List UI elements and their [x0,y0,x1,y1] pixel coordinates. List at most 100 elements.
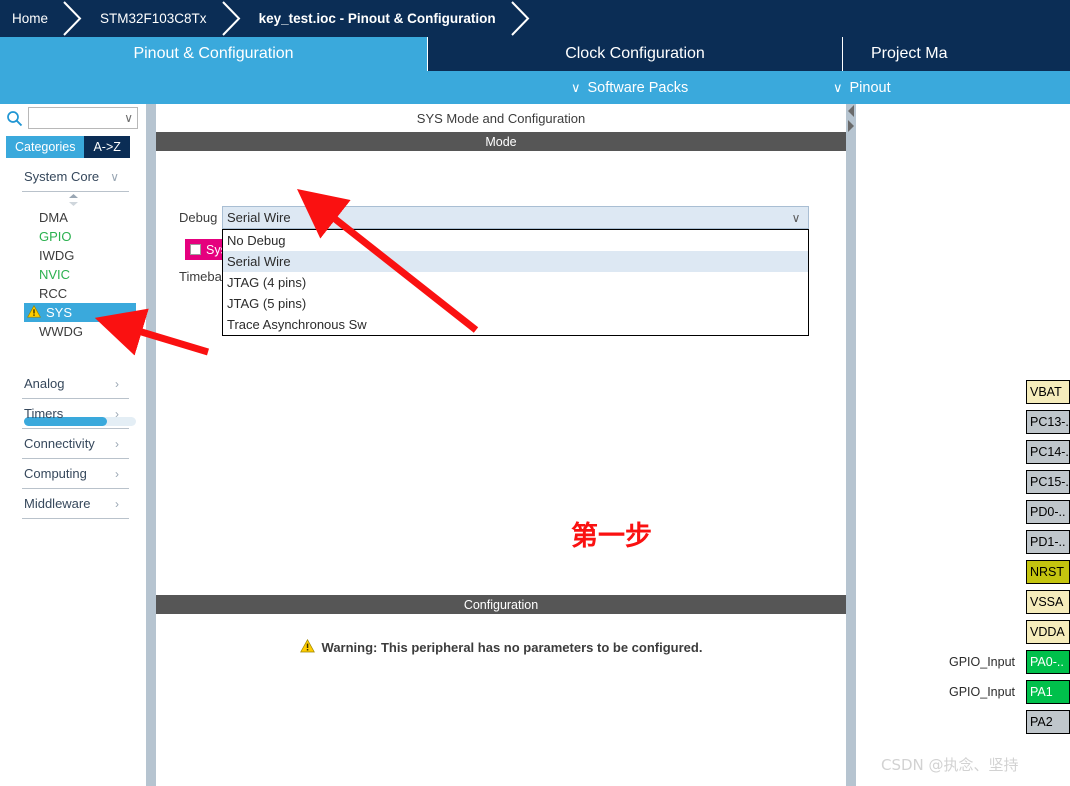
search-icon [6,110,23,127]
pin-box-pc14[interactable]: PC14-.. [1026,440,1070,464]
dropdown-option-jtag-4-pins[interactable]: JTAG (4 pins) [223,272,808,293]
pin-box-nrst[interactable]: NRST [1026,560,1070,584]
watermark: CSDN @执念、坚持 [881,756,1019,774]
sidebar-item-sys[interactable]: SYS [24,303,136,322]
timebase-label: Timeba [179,269,222,284]
pin-box-vbat[interactable]: VBAT [1026,380,1070,404]
pin-row-pd0[interactable]: PD0-.. [1015,500,1070,524]
pin-signal-pa1: GPIO_Input [948,685,1015,699]
right-splitter[interactable] [846,104,856,786]
breadcrumb-item-home[interactable]: Home [0,0,62,37]
sidebar-item-iwdg-label: IWDG [39,248,75,263]
tab-project-manager[interactable]: Project Ma [843,37,1070,71]
debug-combobox-value: Serial Wire [227,210,291,225]
breadcrumb-chevron-icon-3 [510,0,536,37]
tab-clock-configuration[interactable]: Clock Configuration [428,37,843,71]
pin-box-vdda[interactable]: VDDA [1026,620,1070,644]
category-timers[interactable]: Timers › [0,399,146,428]
pin-box-pc13[interactable]: PC13-.. [1026,410,1070,434]
pin-box-pa1[interactable]: PA1 [1026,680,1070,704]
pin-row-pa0[interactable]: GPIO_Input PA0-.. [949,650,1070,674]
breadcrumb-item-file[interactable]: key_test.ioc - Pinout & Configuration [247,0,510,37]
category-connectivity-label: Connectivity [24,436,95,451]
chevron-down-icon-5[interactable]: ∨ [784,207,808,228]
panel-title: SYS Mode and Configuration [156,104,846,132]
pin-row-vssa[interactable]: VSSA [1015,590,1070,614]
configuration-body: Warning: This peripheral has no paramete… [156,614,846,784]
pin-row-pa1[interactable]: GPIO_Input PA1 [949,680,1070,704]
tab-a-to-z-label: A->Z [93,140,121,154]
breadcrumb-home-label: Home [12,11,49,26]
pin-box-pc15[interactable]: PC15-.. [1026,470,1070,494]
sidebar-item-wwdg-label: WWDG [39,324,84,339]
pin-row-pc15[interactable]: PC15-.. [1015,470,1070,494]
category-computing[interactable]: Computing › [0,459,146,488]
breadcrumb-file-label: key_test.ioc - Pinout & Configuration [258,11,496,26]
sidebar-item-nvic[interactable]: NVIC [0,265,146,284]
mode-section-header: Mode [156,132,846,151]
search-row: ∨ [0,104,146,132]
category-list: System Core ∨ DMA GPIO IWDG NVIC RCC SYS… [0,162,146,519]
pin-row-pc13[interactable]: PC13-.. [1015,410,1070,434]
category-system-core[interactable]: System Core ∨ [0,162,146,191]
chevron-right-icon-3: › [115,436,119,451]
sidebar-item-iwdg[interactable]: IWDG [0,246,146,265]
tab-clock-configuration-label: Clock Configuration [565,45,705,62]
debug-combobox[interactable]: Serial Wire ∨ [222,206,809,229]
chevron-right-icon-5: › [115,496,119,511]
dropdown-option-jtag-5-pins[interactable]: JTAG (5 pins) [223,293,808,314]
menu-pinout[interactable]: ∨ Pinout [833,71,891,104]
category-analog[interactable]: Analog › [0,369,146,398]
pin-box-pa0[interactable]: PA0-.. [1026,650,1070,674]
sidebar-item-wwdg[interactable]: WWDG [0,322,146,341]
tab-categories[interactable]: Categories [6,136,85,158]
chevron-down-icon-4: ∨ [110,169,119,184]
left-splitter[interactable] [146,104,156,786]
tab-pinout-configuration[interactable]: Pinout & Configuration [0,37,428,71]
warning-icon-2 [299,638,315,656]
search-input[interactable]: ∨ [28,107,138,129]
pin-box-pa2[interactable]: PA2 [1026,710,1070,734]
pin-box-pd1[interactable]: PD1-.. [1026,530,1070,554]
annotation-step-one: 第一步 [571,521,652,552]
category-connectivity[interactable]: Connectivity › [0,429,146,458]
sys-tick-checkbox[interactable] [190,244,201,255]
dropdown-option-trace-async-sw[interactable]: Trace Asynchronous Sw [223,314,808,335]
breadcrumb-item-mcu[interactable]: STM32F103C8Tx [88,0,221,37]
menu-software-packs[interactable]: ∨ Software Packs [571,71,688,104]
pin-box-pd0[interactable]: PD0-.. [1026,500,1070,524]
sidebar-item-dma-label: DMA [39,210,68,225]
category-computing-label: Computing [24,466,87,481]
dropdown-option-serial-wire[interactable]: Serial Wire [223,251,808,272]
tab-categories-label: Categories [15,140,76,154]
sidebar-item-dma[interactable]: DMA [0,208,146,227]
chevron-down-icon-2: ∨ [833,80,843,95]
chevron-right-icon: › [115,376,119,391]
sidebar-item-gpio[interactable]: GPIO [0,227,146,246]
pin-row-vdda[interactable]: VDDA [1015,620,1070,644]
sys-configuration-panel: SYS Mode and Configuration Mode Debug Se… [156,104,846,786]
panel-collapse-arrows[interactable] [846,104,856,134]
pin-row-pc14[interactable]: PC14-.. [1015,440,1070,464]
dropdown-option-no-debug-label: No Debug [227,233,286,248]
pin-row-pa2[interactable]: PA2 [1015,710,1070,734]
chevron-down-icon: ∨ [571,80,581,95]
peripheral-scroll-spinner[interactable] [0,192,146,208]
pin-row-vbat[interactable]: VBAT [1015,380,1070,404]
category-middleware[interactable]: Middleware › [0,489,146,518]
category-middleware-label: Middleware [24,496,91,511]
chevron-down-icon-3: ∨ [124,111,133,125]
sidebar-item-rcc-label: RCC [39,286,68,301]
main-tabstrip: Pinout & Configuration Clock Configurati… [0,37,1070,71]
dropdown-option-no-debug[interactable]: No Debug [223,230,808,251]
pin-row-nrst[interactable]: NRST [1015,560,1070,584]
subtoolbar: ∨ Software Packs ∨ Pinout [0,71,1070,104]
pin-box-vssa[interactable]: VSSA [1026,590,1070,614]
sidebar-item-gpio-label: GPIO [39,229,72,244]
chevron-right-icon-2: › [115,406,119,421]
tab-a-to-z[interactable]: A->Z [84,136,130,158]
pin-row-pd1[interactable]: PD1-.. [1015,530,1070,554]
warning-icon [27,304,41,321]
sidebar: ∨ Categories A->Z System Core ∨ DMA GPIO… [0,104,146,786]
sidebar-item-rcc[interactable]: RCC [0,284,146,303]
